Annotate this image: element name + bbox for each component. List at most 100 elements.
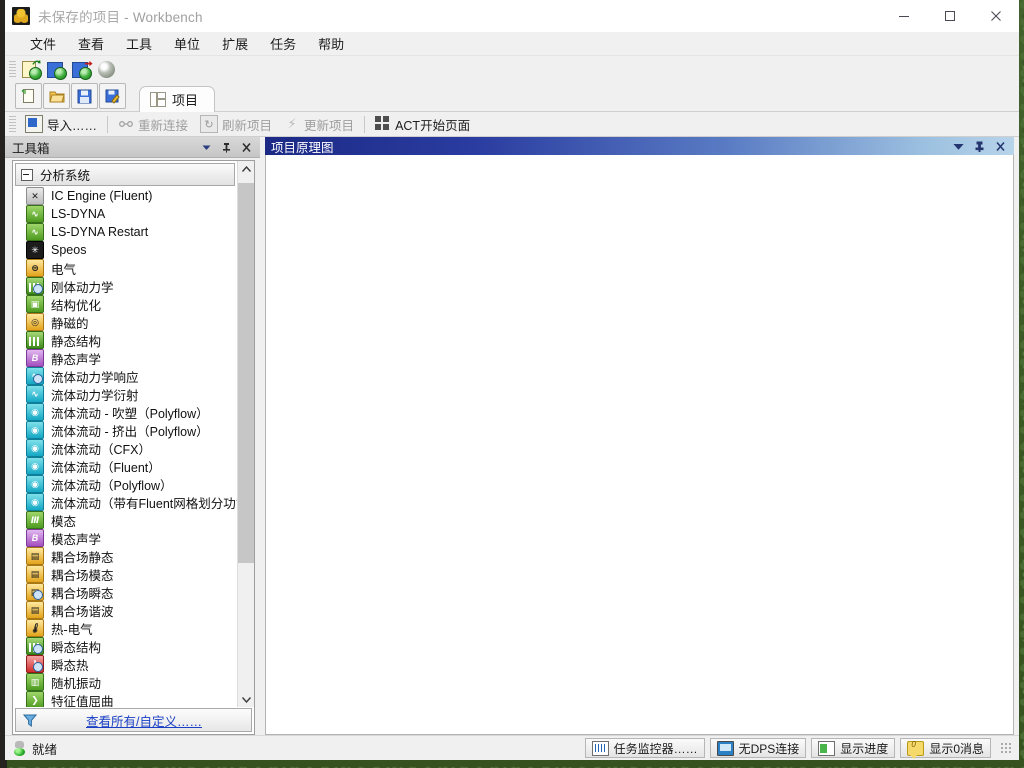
toolbox-item[interactable]: 瞬态结构 [13,637,237,655]
toolbox-item-label: LS-DYNA Restart [51,225,149,239]
schematic-pin-icon[interactable] [974,141,985,152]
toolbox-item[interactable]: ▣ 结构优化 [13,295,237,313]
toolbox-item[interactable]: ◉ 流体流动（带有Fluent网格划分功能的 [13,493,237,511]
toolbox-item[interactable]: ◉ 流体流动（Fluent） [13,457,237,475]
toolbox-item[interactable]: ◉ 流体流动（CFX） [13,439,237,457]
dps-connection-button[interactable]: 无DPS连接 [709,738,807,758]
reconnect-button-label: 重新连接 [138,118,189,133]
status-buttons: 任务监控器…… 无DPS连接 显示进度 0 显示0消息 [584,738,1019,759]
toolbar-separator-2 [364,115,366,133]
schematic-dropdown-icon[interactable] [953,141,964,152]
job-monitor-button[interactable]: 任务监控器…… [584,738,705,758]
save-project-button[interactable] [71,83,98,109]
toolbox-item[interactable]: ◉ 流体流动（Polyflow） [13,475,237,493]
toolbar-project-grip[interactable] [9,115,16,133]
toolbox-item[interactable]: ▤ 耦合场谐波 [13,601,237,619]
save-as-project-button[interactable] [99,83,126,109]
schematic-canvas[interactable] [265,155,1014,735]
dps-connection-label: 无DPS连接 [738,741,800,756]
show-messages-button[interactable]: 0 显示0消息 [900,738,991,759]
toolbox-item[interactable]: ∿ 流体动力学衍射 [13,385,237,403]
menu-item-file[interactable]: 文件 [19,31,67,56]
menu-item-help[interactable]: 帮助 [307,31,355,56]
act-start-page-button[interactable]: ACT开始页面 [369,113,476,136]
view-all-customize-link[interactable]: 查看所有/自定义…… [86,711,202,730]
new-project-button[interactable] [15,83,42,109]
toolbox-item[interactable]: ▤ 耦合场瞬态 [13,583,237,601]
toolbox-item[interactable]: ✳ Speos [13,241,237,259]
show-progress-label: 显示进度 [840,741,889,756]
update-project-button[interactable]: ⚡ 更新项目 [278,113,360,136]
toolbox-item-label: 耦合场静态 [51,550,114,565]
toolbox-scrollbar[interactable] [237,161,254,707]
toolbox-item[interactable]: ⊜ 电气 [13,259,237,277]
minimize-button[interactable] [881,0,927,32]
toolbox-item[interactable]: 🌡 热-电气 [13,619,237,637]
window-title: 未保存的项目 - Workbench [38,6,203,26]
toolbox-item[interactable]: ∿ LS-DYNA Restart [13,223,237,241]
toolbox-item[interactable]: ∿ LS-DYNA [13,205,237,223]
fluid-flow-extrusion-icon: ◉ [26,421,44,439]
reconnect-button[interactable]: 重新连接 [112,113,194,136]
toolbox-item[interactable]: Ⅲ 模态 [13,511,237,529]
toolbox-item-label: 静态声学 [51,352,102,367]
resize-grip-icon[interactable] [1000,741,1013,755]
show-progress-button[interactable]: 显示进度 [811,738,896,758]
filter-funnel-icon[interactable] [22,714,38,727]
schematic-header: 项目原理图 [265,137,1014,155]
static-acoustics-icon: B [26,349,44,367]
import-button[interactable]: 导入…… [19,113,103,136]
transient-thermal-icon: ❙ [26,655,44,673]
scroll-up-button[interactable] [238,161,254,177]
dps-icon [716,740,734,756]
schematic-close-icon[interactable] [995,141,1006,152]
messages-badge: 0 [911,739,916,749]
import-button-label: 导入…… [47,118,98,133]
toolbox-group-analysis-systems[interactable]: 分析系统 [15,163,235,186]
toolbox-frame: 分析系统 ✕ IC Engine (Fluent) ∿ LS-DYNA ∿ LS-DYNA… [12,160,255,735]
toolbox-item[interactable]: ▤ 耦合场模态 [13,565,237,583]
toolbox-item[interactable]: ∿ 流体动力学响应 [13,367,237,385]
toolbar-grip[interactable] [9,60,16,78]
maximize-button[interactable] [927,0,973,32]
save-as-remote-icon[interactable] [71,59,93,80]
open-remote-icon[interactable] [21,59,42,80]
refresh-project-button[interactable]: ↻ 刷新项目 [194,113,278,136]
toolbox-item[interactable]: ◉ 流体流动 - 挤出（Polyflow） [13,421,237,439]
menu-item-view[interactable]: 查看 [67,31,115,56]
toolbox-pin-icon[interactable] [221,142,232,153]
toolbox-dropdown-icon[interactable] [201,142,212,153]
toolbox-title: 工具箱 [12,141,50,156]
menu-item-jobs[interactable]: 任务 [259,31,307,56]
toolbox-item[interactable]: ◉ 流体流动 - 吹塑（Polyflow） [13,403,237,421]
toolbox-item[interactable]: B 模态声学 [13,529,237,547]
toolbox-item[interactable]: ◎ 静磁的 [13,313,237,331]
scrollbar-track[interactable] [238,177,254,691]
toolbox-item-label: 流体流动（Polyflow） [51,478,173,493]
act-grid-icon [375,116,391,132]
menu-item-units[interactable]: 单位 [163,31,211,56]
scrollbar-thumb[interactable] [238,183,254,563]
tab-project[interactable]: 项目 [139,86,216,112]
toolbox-item[interactable]: ❯ 特征值屈曲 [13,691,237,707]
toolbox-item[interactable]: ❙ 瞬态热 [13,655,237,673]
globe-icon[interactable] [98,60,115,78]
toolbox-close-icon[interactable] [241,142,252,153]
magnetostatic-icon: ◎ [26,313,44,331]
scroll-down-button[interactable] [238,691,254,707]
close-button[interactable] [973,0,1019,32]
toolbox-item-label: 流体流动 - 挤出（Polyflow） [51,424,209,439]
menu-item-extensions[interactable]: 扩展 [211,31,259,56]
toolbox-item[interactable]: ▥ 随机振动 [13,673,237,691]
toolbox-item[interactable]: ▤ 耦合场静态 [13,547,237,565]
toolbox-item[interactable]: B 静态声学 [13,349,237,367]
toolbox-item-label: 静磁的 [51,316,89,331]
open-project-button[interactable] [43,83,70,109]
toolbox-item[interactable]: 静态结构 [13,331,237,349]
collapse-icon[interactable] [21,168,33,181]
toolbox-item[interactable]: 刚体动力学 [13,277,237,295]
menu-item-tools[interactable]: 工具 [115,31,163,56]
workbench-window: 未保存的项目 - Workbench 文件 查看 工具 单位 扩展 任务 帮助 [5,0,1019,760]
save-remote-icon[interactable] [46,59,67,80]
toolbox-item[interactable]: ✕ IC Engine (Fluent) [13,187,237,205]
